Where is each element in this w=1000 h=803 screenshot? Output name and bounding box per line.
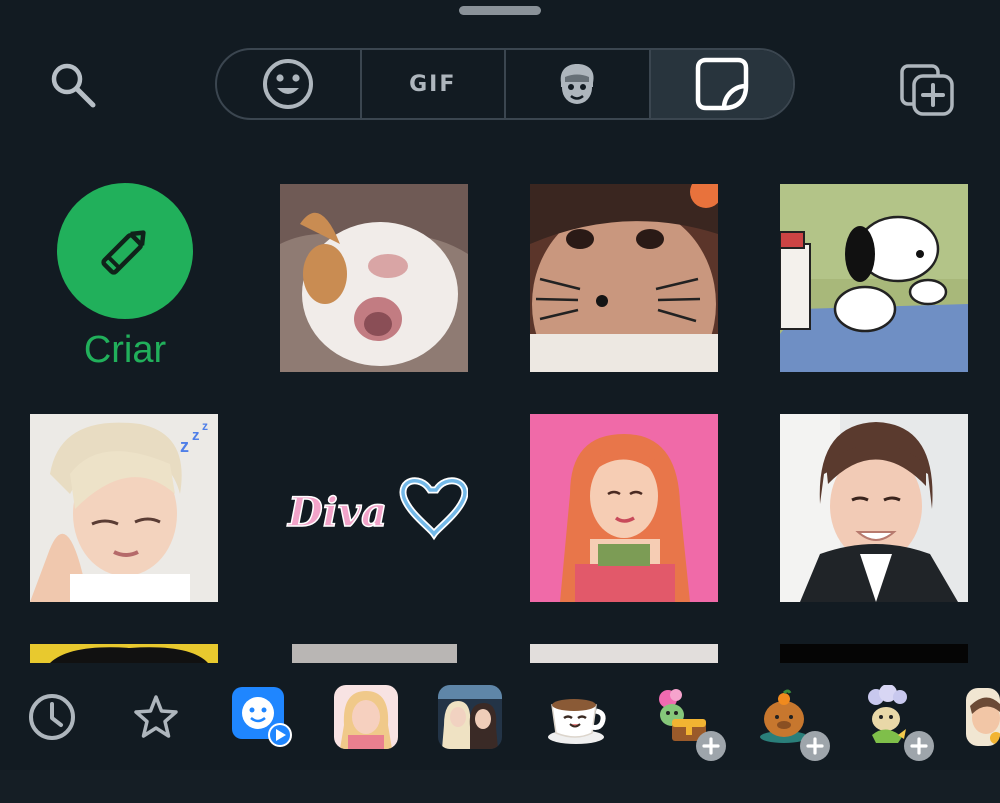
tab-gif[interactable]: GIF <box>362 50 506 118</box>
favorites-button[interactable] <box>124 685 188 749</box>
snoopy-image <box>780 184 968 372</box>
sticker-partial-2[interactable] <box>292 644 457 663</box>
sticker-smiling-boy[interactable] <box>780 414 968 602</box>
sticker-icon <box>695 57 748 111</box>
tab-stickers[interactable] <box>650 50 793 118</box>
svg-text:z: z <box>202 419 208 433</box>
cat-screaming-image <box>280 184 468 372</box>
recent-button[interactable] <box>20 685 84 749</box>
sticker-tab-bar: GIF <box>215 48 795 120</box>
search-icon <box>51 63 96 108</box>
sticker-partial-1[interactable] <box>30 644 218 663</box>
diva-text-image: Diva <box>286 477 468 541</box>
svg-text:z: z <box>192 427 200 444</box>
create-circle <box>57 183 193 319</box>
add-sticker-pack-icon <box>900 64 954 116</box>
sticker-sleepy-boy[interactable]: z z z <box>30 414 218 602</box>
plus-icon <box>702 737 720 755</box>
cat-face-filter-image <box>530 184 718 372</box>
download-pack-badge[interactable] <box>800 731 830 761</box>
sleepy-boy-image: z z z <box>30 414 218 602</box>
add-sticker-pack-button[interactable] <box>895 55 961 119</box>
sticker-redhair-girl[interactable] <box>530 414 718 602</box>
sticker-partial-3[interactable] <box>530 644 718 663</box>
redhair-girl-image <box>530 414 718 602</box>
download-pack-badge[interactable] <box>696 731 726 761</box>
bottom-strip <box>0 770 1000 803</box>
two-girls-thumbnail <box>438 685 502 749</box>
gif-label: GIF <box>409 71 457 97</box>
plus-icon <box>806 737 824 755</box>
recent-icon <box>29 694 75 740</box>
favorites-star-icon <box>134 695 178 738</box>
drag-handle[interactable] <box>459 6 541 15</box>
sticker-partial-4[interactable] <box>780 644 968 663</box>
sticker-cat-face-filter[interactable] <box>530 184 718 372</box>
partial-sticker-image <box>50 647 208 663</box>
smiley-icon <box>263 59 314 109</box>
sticker-diva[interactable]: Diva <box>280 414 468 602</box>
avatar-sticker-pack-icon <box>232 687 292 747</box>
pack-sprout-character[interactable] <box>858 684 934 761</box>
sticker-snoopy[interactable] <box>780 184 968 372</box>
sticker-pack-bar <box>0 670 1000 765</box>
sticker-cat-screaming[interactable] <box>280 184 468 372</box>
photo-partial-thumbnail <box>966 688 1000 746</box>
pack-blonde-girl[interactable] <box>334 685 398 749</box>
avatar-sticker-pack[interactable] <box>230 685 294 749</box>
coffee-cup-icon <box>548 699 606 744</box>
pack-photo-partial[interactable] <box>966 688 1000 746</box>
svg-text:z: z <box>180 436 189 456</box>
pencil-icon <box>101 230 146 275</box>
pack-two-girls[interactable] <box>438 685 502 749</box>
create-label: Criar <box>83 329 167 371</box>
diva-text: Diva <box>287 489 387 536</box>
tab-avatar[interactable] <box>506 50 651 118</box>
plus-icon <box>910 737 928 755</box>
pack-capybara[interactable] <box>754 685 830 761</box>
search-button[interactable] <box>40 55 106 115</box>
avatar-icon <box>560 64 594 104</box>
blonde-girl-thumbnail <box>334 685 398 749</box>
pack-treasure-chest[interactable] <box>650 685 726 761</box>
create-sticker-button[interactable]: Criar <box>55 183 195 372</box>
smiling-boy-image <box>780 414 968 602</box>
download-pack-badge[interactable] <box>904 731 934 761</box>
pack-coffee-cup[interactable] <box>544 685 608 749</box>
tab-emoji[interactable] <box>217 50 362 118</box>
